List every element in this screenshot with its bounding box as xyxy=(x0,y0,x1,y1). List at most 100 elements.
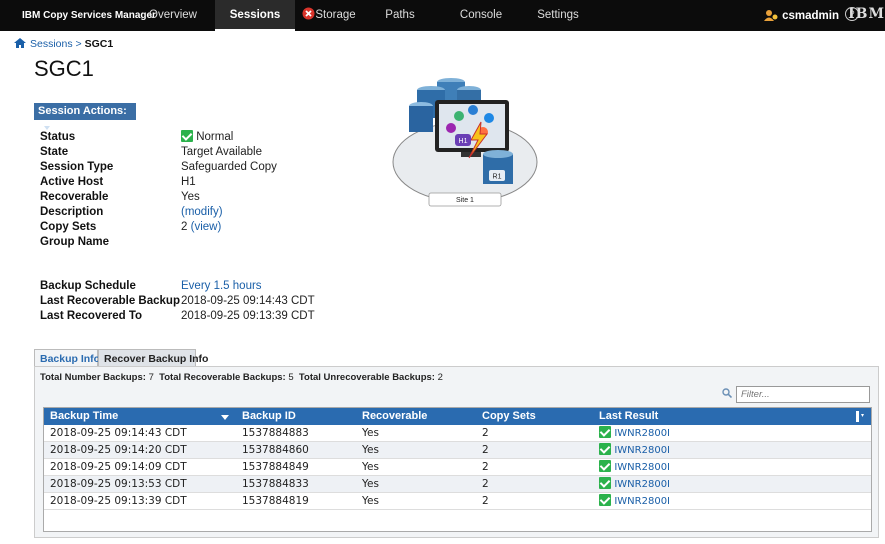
state-label: State xyxy=(40,146,69,158)
last-recovered-to-label: Last Recovered To xyxy=(40,310,143,322)
nav-overview[interactable]: Overview xyxy=(131,0,215,31)
recoverable-value: Yes xyxy=(181,191,200,203)
cell-recoverable: Yes xyxy=(362,461,379,473)
backup-schedule-link[interactable]: Every 1.5 hours xyxy=(181,280,262,292)
volume-label: R1 xyxy=(493,174,502,181)
nav-storage[interactable]: Storage xyxy=(295,0,363,31)
total-backups-label: Total Number Backups: xyxy=(40,372,146,383)
breadcrumb-separator: > xyxy=(75,38,82,50)
cell-backup-time: 2018-09-25 09:13:53 CDT xyxy=(50,478,187,490)
cell-copy-sets: 2 xyxy=(482,444,489,456)
active-host-value: H1 xyxy=(181,176,196,188)
last-recoverable-backup-label: Last Recoverable Backup xyxy=(40,295,180,307)
cell-backup-time: 2018-09-25 09:13:39 CDT xyxy=(50,495,187,507)
cell-last-result: IWNR2800I xyxy=(599,494,670,507)
table-row[interactable]: 2018-09-25 09:13:53 CDT 1537884833 Yes 2… xyxy=(44,476,871,493)
total-unrecoverable-label: Total Unrecoverable Backups: xyxy=(298,372,435,383)
cell-copy-sets: 2 xyxy=(482,478,489,490)
modify-description-link[interactable]: (modify) xyxy=(181,206,223,218)
nav-sessions[interactable]: Sessions xyxy=(215,0,295,31)
ibm-logo: IBM xyxy=(848,6,885,22)
column-copy-sets[interactable]: Copy Sets xyxy=(482,410,536,422)
breadcrumb: Sessions > SGC1 xyxy=(14,38,113,50)
table-header: Backup Time Backup ID Recoverable Copy S… xyxy=(44,408,871,425)
status-text: Normal xyxy=(196,131,234,143)
check-icon xyxy=(599,443,611,455)
description-label: Description xyxy=(40,206,104,218)
home-icon[interactable] xyxy=(14,38,26,48)
cell-backup-time: 2018-09-25 09:14:09 CDT xyxy=(50,461,187,473)
cell-last-result: IWNR2800I xyxy=(599,477,670,490)
backup-schedule-label: Backup Schedule xyxy=(40,280,136,292)
host-h1-icon: H1 xyxy=(455,134,471,146)
result-link[interactable]: IWNR2800I xyxy=(614,445,670,456)
cell-last-result: IWNR2800I xyxy=(599,426,670,439)
total-unrecoverable-value: 2 xyxy=(437,372,443,383)
nav-storage-label: Storage xyxy=(315,9,356,21)
result-link[interactable]: IWNR2800I xyxy=(614,462,670,473)
group-name-label: Group Name xyxy=(40,236,110,248)
cell-backup-id: 1537884833 xyxy=(242,478,309,490)
cell-recoverable: Yes xyxy=(362,495,379,507)
nav-paths[interactable]: Paths xyxy=(370,0,430,31)
session-actions-label: Session Actions: xyxy=(38,105,127,117)
table-row[interactable]: 2018-09-25 09:14:09 CDT 1537884849 Yes 2… xyxy=(44,459,871,476)
check-icon xyxy=(599,460,611,472)
cell-backup-id: 1537884849 xyxy=(242,461,309,473)
result-link[interactable]: IWNR2800I xyxy=(614,428,670,439)
monitor-icon xyxy=(435,100,509,157)
breadcrumb-current: SGC1 xyxy=(84,38,114,50)
host-label: H1 xyxy=(459,138,468,145)
column-recoverable[interactable]: Recoverable xyxy=(362,410,427,422)
status-value: Normal xyxy=(181,130,233,143)
nav-console[interactable]: Console xyxy=(445,0,517,31)
cell-last-result: IWNR2800I xyxy=(599,443,670,456)
cell-recoverable: Yes xyxy=(362,427,379,439)
total-backups-value: 7 xyxy=(148,372,154,383)
table-row[interactable]: 2018-09-25 09:14:43 CDT 1537884883 Yes 2… xyxy=(44,425,871,442)
active-host-label: Active Host xyxy=(40,176,104,188)
column-backup-time[interactable]: Backup Time xyxy=(50,410,118,422)
copy-sets-count: 2 xyxy=(181,221,188,233)
cell-copy-sets: 2 xyxy=(482,495,489,507)
table-row[interactable]: 2018-09-25 09:14:20 CDT 1537884860 Yes 2… xyxy=(44,442,871,459)
cell-recoverable: Yes xyxy=(362,478,379,490)
total-recoverable-value: 5 xyxy=(288,372,294,383)
session-type-label: Session Type xyxy=(40,161,114,173)
backups-table: Backup Time Backup ID Recoverable Copy S… xyxy=(43,407,872,532)
filter-input[interactable]: Filter... xyxy=(736,386,870,403)
backup-totals: Total Number Backups: 7 Total Recoverabl… xyxy=(40,372,443,383)
search-icon xyxy=(722,388,732,398)
nav-settings[interactable]: Settings xyxy=(522,0,594,31)
result-link[interactable]: IWNR2800I xyxy=(614,479,670,490)
backup-info-panel: Total Number Backups: 7 Total Recoverabl… xyxy=(34,366,879,538)
check-icon xyxy=(599,494,611,506)
view-copy-sets-link[interactable]: (view) xyxy=(191,221,222,233)
check-icon xyxy=(599,477,611,489)
cell-backup-id: 1537884860 xyxy=(242,444,309,456)
copy-sets-value: 2 (view) xyxy=(181,221,221,233)
column-chooser-icon[interactable] xyxy=(855,411,865,422)
state-value: Target Available xyxy=(181,146,262,158)
last-recoverable-backup-value: 2018-09-25 09:14:43 CDT xyxy=(181,295,315,307)
cell-copy-sets: 2 xyxy=(482,427,489,439)
breadcrumb-sessions-link[interactable]: Sessions xyxy=(30,38,73,50)
site-label: Site 1 xyxy=(456,197,474,204)
tab-recover-backup-info[interactable]: Recover Backup Info xyxy=(98,349,208,367)
copy-sets-label: Copy Sets xyxy=(40,221,97,233)
username: csmadmin xyxy=(782,10,839,22)
tab-backup-info[interactable]: Backup Info xyxy=(34,349,100,367)
session-actions-button[interactable]: Session Actions: xyxy=(34,103,136,130)
user-menu[interactable]: csmadmin xyxy=(764,9,839,22)
last-recovered-to-value: 2018-09-25 09:13:39 CDT xyxy=(181,310,315,322)
cell-last-result: IWNR2800I xyxy=(599,460,670,473)
cell-copy-sets: 2 xyxy=(482,461,489,473)
cell-backup-time: 2018-09-25 09:14:20 CDT xyxy=(50,444,187,456)
top-nav-bar: IBM Copy Services Manager Overview Sessi… xyxy=(0,0,885,31)
table-row[interactable]: 2018-09-25 09:13:39 CDT 1537884819 Yes 2… xyxy=(44,493,871,510)
sort-descending-icon[interactable] xyxy=(221,415,229,420)
result-link[interactable]: IWNR2800I xyxy=(614,496,670,507)
status-label: Status xyxy=(40,131,76,143)
column-backup-id[interactable]: Backup ID xyxy=(242,410,296,422)
column-last-result[interactable]: Last Result xyxy=(599,410,658,422)
